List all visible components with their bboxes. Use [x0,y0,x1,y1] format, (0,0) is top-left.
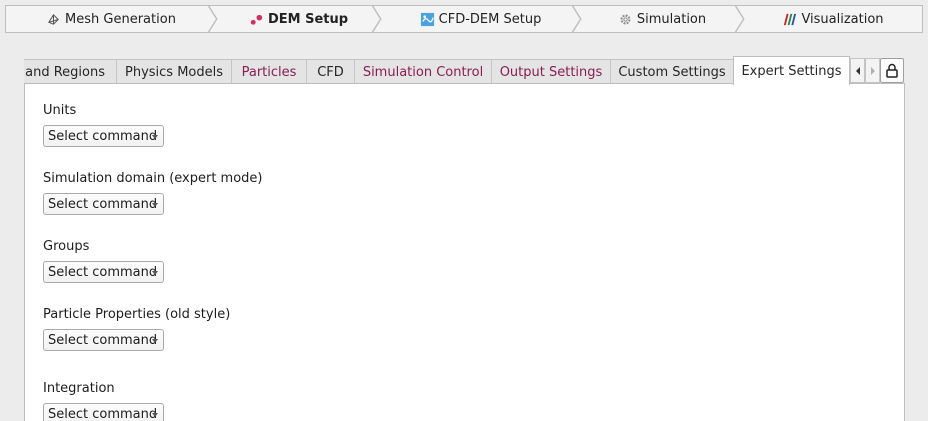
tab-particles[interactable]: Particles [231,59,307,84]
tab-label: Physics Models [124,64,223,80]
tab-expert-settings[interactable]: Expert Settings [733,56,850,85]
section-units: Units Select command [43,102,164,147]
workflow-step-label: Visualization [801,11,884,27]
workflow-step-dem-setup[interactable]: DEM Setup [207,5,382,33]
integration-command-select[interactable]: Select command [43,403,164,421]
workflow-step-mesh-generation[interactable]: Mesh Generation [5,5,218,33]
section-label: Units [43,103,77,118]
tab-output-settings[interactable]: Output Settings [491,59,611,84]
workflow-step-label: Mesh Generation [65,11,176,27]
workflow-step-label: Simulation [636,11,707,27]
expert-settings-panel: Units Select command Simulation domain (… [24,83,905,421]
tab-label: s and Regions [24,64,105,80]
section-label: Particle Properties (old style) [43,307,231,322]
tab-simulation-control[interactable]: Simulation Control [354,59,492,84]
workflow-step-label: CFD-DEM Setup [438,11,542,27]
section-groups: Groups Select command [43,238,164,283]
tab-label: Custom Settings [618,64,726,80]
particle-properties-command-select[interactable]: Select command [43,329,164,351]
select-value: Select command [48,406,158,421]
tab-label: CFD [317,64,344,80]
arrow-left-icon [855,66,860,75]
groups-command-select[interactable]: Select command [43,261,164,283]
lock-button[interactable] [880,58,904,83]
section-label: Simulation domain (expert mode) [43,171,263,186]
tab-cfd[interactable]: CFD [306,59,355,84]
tab-label: Particles [241,64,297,80]
lock-icon [886,63,898,78]
tab-physics-models[interactable]: Physics Models [116,59,232,84]
arrow-right-icon [870,66,875,75]
workflow-step-cfd-dem-setup[interactable]: CFD-DEM Setup [371,5,582,33]
section-simulation-domain: Simulation domain (expert mode) Select c… [43,170,263,215]
particles-icon [250,14,263,25]
simulation-domain-command-select[interactable]: Select command [43,193,164,215]
mesh-icon [48,13,59,25]
select-value: Select command [48,332,158,348]
tab-label: Simulation Control [362,64,484,80]
gear-icon [620,14,631,24]
units-command-select[interactable]: Select command [43,125,164,147]
paraview-icon [784,13,797,25]
workflow-step-label: DEM Setup [267,11,349,27]
chevron-down-icon [152,135,158,139]
workflow-step-visualization[interactable]: Visualization [734,5,923,33]
chevron-down-icon [152,203,158,207]
tab-boundaries-and-regions[interactable]: s and Regions [24,59,117,84]
section-particle-properties: Particle Properties (old style) Select c… [43,306,231,351]
select-value: Select command [48,196,158,212]
tab-label: Expert Settings [741,63,842,79]
select-value: Select command [48,264,158,280]
tab-custom-settings[interactable]: Custom Settings [610,59,734,84]
chevron-down-icon [152,413,158,417]
tab-label: Output Settings [499,64,603,80]
tab-scroll-left-button[interactable] [850,58,865,83]
workflow-step-simulation[interactable]: Simulation [571,5,745,33]
settings-tab-bar: s and Regions Physics Models Particles C… [24,56,904,85]
workflow-breadcrumb: Mesh Generation DEM Setup CFD-DEM Setup [5,5,923,33]
cfd-dem-icon [420,12,434,26]
chevron-down-icon [152,271,158,275]
section-label: Integration [43,381,115,396]
select-value: Select command [48,128,158,144]
section-integration: Integration Select command [43,380,164,421]
tab-scroll-right-button[interactable] [865,58,880,83]
section-label: Groups [43,239,90,254]
chevron-down-icon [152,339,158,343]
